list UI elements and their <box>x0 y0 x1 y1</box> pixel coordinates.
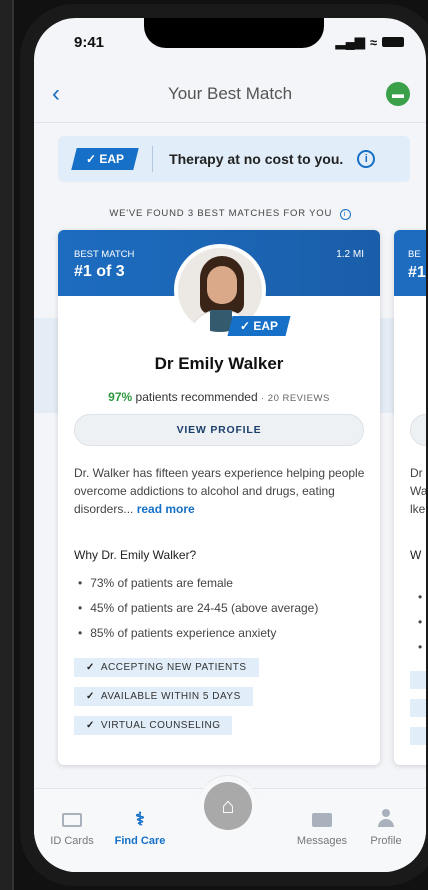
avatar-eap-badge: ✓ EAP <box>227 316 291 336</box>
eap-badge: ✓ EAP <box>71 148 139 170</box>
recommend-percent: 97% <box>108 390 133 404</box>
next-bullet: • <box>418 640 423 654</box>
distance-label: 1.2 MI <box>336 249 364 260</box>
view-profile-button[interactable]: VIEW PROFILE <box>74 414 364 446</box>
feature-tag: ✓ ACCEPTING NEW PATIENTS <box>74 658 259 677</box>
person-icon <box>356 809 416 831</box>
envelope-icon <box>292 809 352 831</box>
next-bio-line: Dr <box>410 466 423 480</box>
check-icon: ✓ <box>86 662 95 673</box>
stat-item: 73% of patients are female <box>78 576 318 601</box>
page-title: Your Best Match <box>167 84 293 103</box>
best-match-label: BEST MATCH <box>74 249 135 260</box>
info-icon[interactable]: i <box>357 150 376 168</box>
status-icons: ▂▄▆ ≈ <box>336 34 404 50</box>
next-bullet: • <box>418 615 423 629</box>
wifi-icon: ≈ <box>369 34 377 50</box>
recommend-text: patients recommended <box>135 390 258 404</box>
next-best-label: BE <box>408 249 421 260</box>
banner-text: Therapy at no cost to you. <box>169 151 344 167</box>
banner-separator <box>152 146 154 172</box>
signal-icon: ▂▄▆ <box>335 34 365 49</box>
chat-icon[interactable]: ▬ <box>386 82 410 106</box>
back-chevron-icon[interactable]: ‹ <box>52 80 60 108</box>
matches-info-icon[interactable]: i <box>339 209 351 220</box>
read-more-link[interactable]: read more <box>137 502 195 516</box>
nav-find-care[interactable]: ⚕ Find Care <box>110 809 170 847</box>
phone-frame: 9:41 ▂▄▆ ≈ ‹ Your Best Match ▬ ✓ EAP The… <box>20 4 428 886</box>
stat-item: 85% of patients experience anxiety <box>78 626 318 651</box>
phone-screen: 9:41 ▂▄▆ ≈ ‹ Your Best Match ▬ ✓ EAP The… <box>34 18 426 872</box>
app-stage: 9:41 ▂▄▆ ≈ ‹ Your Best Match ▬ ✓ EAP The… <box>0 0 428 890</box>
feature-tags: ✓ ACCEPTING NEW PATIENTS ✓ AVAILABLE WITHI… <box>74 657 259 744</box>
check-icon: ✓ <box>86 691 95 702</box>
matches-label: WE'VE FOUND 3 BEST MATCHES FOR YOU i <box>34 208 426 220</box>
next-rank: #1 <box>408 264 426 281</box>
match-card[interactable]: BEST MATCH #1 of 3 1.2 MI ✓ EAP Dr Emily… <box>58 230 380 765</box>
next-tag <box>410 727 426 745</box>
next-card-header: BE #1 <box>394 230 426 296</box>
nav-id-cards[interactable]: ID Cards <box>42 809 102 847</box>
next-view-profile-button[interactable] <box>410 414 426 446</box>
doctor-name: Dr Emily Walker <box>154 354 284 373</box>
status-time: 9:41 <box>74 33 105 51</box>
check-icon: ✓ <box>86 720 95 731</box>
eap-banner: ✓ EAP Therapy at no cost to you. i <box>58 136 410 182</box>
feature-tag: ✓ AVAILABLE WITHIN 5 DAYS <box>74 687 253 706</box>
stats-list: 73% of patients are female 45% of patien… <box>78 576 318 651</box>
match-rank: #1 of 3 <box>74 263 125 280</box>
recommendation-line: 97% patients recommended · 20 REVIEWS <box>108 390 330 404</box>
home-icon[interactable]: ⌂ <box>204 782 252 830</box>
nav-messages[interactable]: Messages <box>292 809 352 847</box>
matches-label-text: WE'VE FOUND 3 BEST MATCHES FOR YOU <box>109 208 333 219</box>
stethoscope-icon: ⚕ <box>135 809 145 829</box>
nav-profile[interactable]: Profile <box>356 809 416 847</box>
top-bar: ‹ Your Best Match ▬ <box>34 74 426 114</box>
header-divider <box>34 122 426 123</box>
next-bio-line: lke <box>410 502 426 516</box>
bio-text: Dr. Walker has fifteen years experience … <box>74 466 365 516</box>
next-bio: Dr Wa lke <box>410 464 426 518</box>
next-bio-line: Wa <box>410 484 426 498</box>
next-why: W <box>410 548 422 562</box>
reviews-count[interactable]: 20 REVIEWS <box>268 393 330 404</box>
battery-icon <box>382 37 404 47</box>
next-bullet: • <box>418 590 423 604</box>
bottom-nav: ID Cards ⚕ Find Care ⌂ Messages Profile <box>34 775 426 872</box>
next-match-card[interactable]: BE #1 Dr Wa lke W • • • <box>394 230 426 765</box>
avatar-face <box>207 266 237 304</box>
notch <box>144 18 324 48</box>
nav-home[interactable]: ⌂ <box>198 775 258 835</box>
feature-tag: ✓ VIRTUAL COUNSELING <box>74 716 233 735</box>
adjacent-phone-edge <box>0 0 14 890</box>
why-heading: Why Dr. Emily Walker? <box>74 548 197 562</box>
id-card-icon <box>42 809 102 831</box>
next-tag <box>410 671 426 689</box>
stat-item: 45% of patients are 24-45 (above average… <box>78 601 318 626</box>
doctor-bio: Dr. Walker has fifteen years experience … <box>74 464 368 518</box>
next-tag <box>410 699 426 717</box>
